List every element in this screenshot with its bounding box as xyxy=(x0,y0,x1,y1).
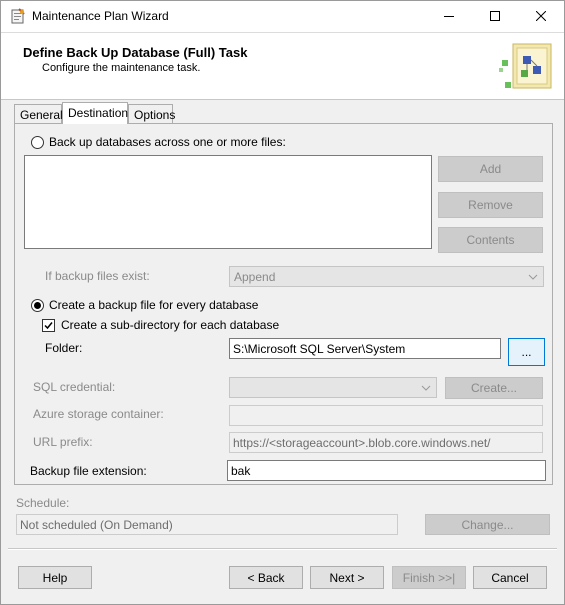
folder-input[interactable]: S:\Microsoft SQL Server\System xyxy=(229,338,501,359)
maximize-button[interactable] xyxy=(472,1,518,32)
contents-button[interactable]: Contents xyxy=(438,227,543,253)
tab-general[interactable]: General xyxy=(14,104,63,124)
close-button[interactable] xyxy=(518,1,564,32)
finish-button[interactable]: Finish >>| xyxy=(392,566,466,589)
help-button[interactable]: Help xyxy=(18,566,92,589)
subdirectory-label: Create a sub-directory for each database xyxy=(61,318,280,332)
if-exists-value: Append xyxy=(234,270,276,284)
subdirectory-checkbox[interactable] xyxy=(42,319,55,332)
wizard-window: Maintenance Plan Wizard Define Back Up D… xyxy=(0,0,565,605)
window-title: Maintenance Plan Wizard xyxy=(32,9,169,23)
url-prefix-label: URL prefix: xyxy=(33,435,93,449)
add-button[interactable]: Add xyxy=(438,156,543,182)
if-exists-label: If backup files exist: xyxy=(45,269,150,283)
sql-credential-label: SQL credential: xyxy=(33,380,116,394)
tab-destination[interactable]: Destination xyxy=(62,102,128,124)
chevron-down-icon xyxy=(421,382,431,392)
change-schedule-button[interactable]: Change... xyxy=(425,514,550,535)
browse-folder-button[interactable]: ... xyxy=(508,338,545,366)
page-title: Define Back Up Database (Full) Task xyxy=(23,45,248,60)
if-exists-select[interactable]: Append xyxy=(229,266,544,287)
radio-selected-dot xyxy=(34,302,41,309)
schedule-input[interactable]: Not scheduled (On Demand) xyxy=(16,514,398,535)
close-icon xyxy=(535,10,547,24)
backup-across-files-label: Back up databases across one or more fil… xyxy=(49,135,286,149)
maximize-icon xyxy=(490,10,500,24)
extension-label: Backup file extension: xyxy=(30,464,147,478)
next-button[interactable]: Next > xyxy=(310,566,384,589)
url-prefix-input[interactable]: https://<storageaccount>.blob.core.windo… xyxy=(229,432,543,453)
remove-button[interactable]: Remove xyxy=(438,192,543,218)
extension-input[interactable]: bak xyxy=(227,460,546,481)
footer-divider-highlight xyxy=(8,549,557,550)
backup-across-files-radio[interactable] xyxy=(31,136,44,149)
minimize-icon xyxy=(444,10,454,24)
back-button[interactable]: < Back xyxy=(229,566,303,589)
per-database-label: Create a backup file for every database xyxy=(49,298,259,312)
per-database-radio[interactable] xyxy=(31,299,44,312)
title-bar: Maintenance Plan Wizard xyxy=(1,1,564,32)
cancel-button[interactable]: Cancel xyxy=(473,566,547,589)
minimize-button[interactable] xyxy=(426,1,472,32)
schedule-label: Schedule: xyxy=(16,496,70,510)
page-subtitle: Configure the maintenance task. xyxy=(42,62,201,74)
create-credential-button[interactable]: Create... xyxy=(445,377,543,399)
azure-container-input[interactable] xyxy=(229,405,543,426)
backup-files-list[interactable] xyxy=(24,155,432,249)
app-icon xyxy=(10,8,26,24)
wizard-header: Define Back Up Database (Full) Task Conf… xyxy=(1,32,564,100)
destination-panel: Back up databases across one or more fil… xyxy=(14,123,553,485)
wizard-graphic-icon xyxy=(497,38,557,98)
sql-credential-select[interactable] xyxy=(229,377,437,398)
azure-container-label: Azure storage container: xyxy=(33,407,164,421)
chevron-down-icon xyxy=(528,271,538,281)
folder-label: Folder: xyxy=(45,341,83,355)
tab-options[interactable]: Options xyxy=(128,104,175,124)
